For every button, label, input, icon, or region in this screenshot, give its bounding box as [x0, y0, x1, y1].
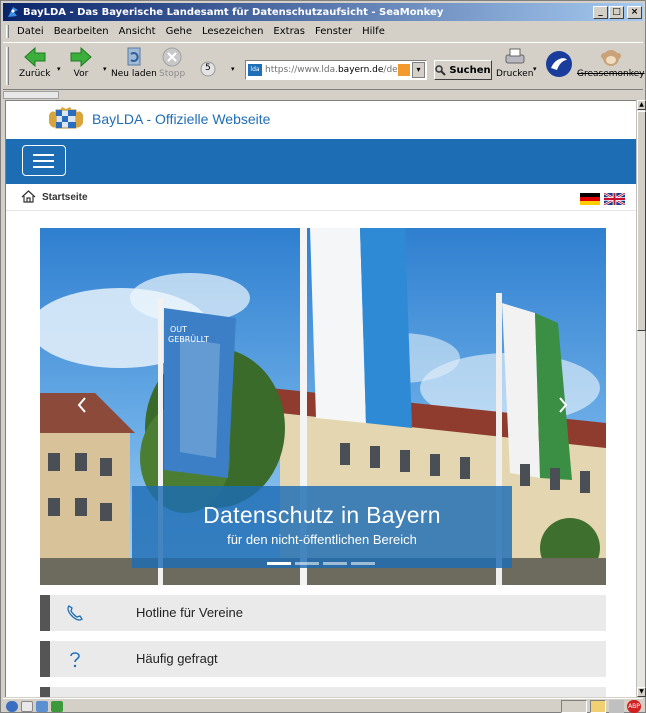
- addressbook-icon[interactable]: [51, 700, 63, 712]
- history-dropdown-arrow[interactable]: ▾: [231, 65, 235, 73]
- page-viewport: BayLDA - Offizielle Webseite Startseite: [5, 100, 636, 697]
- menu-datei[interactable]: Datei: [17, 26, 44, 37]
- scroll-thumb[interactable]: [637, 111, 646, 331]
- navigation-toolbar: Zurück ▾ Vor ▾ Neu laden Stopp 5 ▾ lda h…: [3, 42, 645, 90]
- hamburger-line: [33, 166, 54, 168]
- quicklink-faq[interactable]: Häufig gefragt: [40, 641, 606, 677]
- hero-heading: Datenschutz in Bayern: [203, 502, 441, 528]
- menu-lesezeichen[interactable]: Lesezeichen: [202, 26, 263, 37]
- online-status-icon[interactable]: [6, 700, 18, 712]
- mail-icon[interactable]: [21, 700, 33, 712]
- url-text[interactable]: https://www.lda.bayern.de/de: [265, 65, 398, 75]
- reload-button[interactable]: Neu laden: [111, 46, 157, 79]
- menu-ansicht[interactable]: Ansicht: [119, 26, 156, 37]
- status-bar: ABP: [3, 698, 643, 713]
- site-favicon-icon: lda: [248, 64, 262, 76]
- toolbar-grip[interactable]: [6, 47, 9, 85]
- forward-dropdown-arrow[interactable]: ▾: [103, 65, 107, 73]
- hamburger-menu-button[interactable]: [22, 145, 66, 176]
- site-title[interactable]: BayLDA - Offizielle Webseite: [92, 111, 270, 127]
- stop-label: Stopp: [159, 69, 186, 79]
- print-label: Drucken: [496, 69, 534, 79]
- menu-extras[interactable]: Extras: [273, 26, 305, 37]
- monkey-icon: [600, 50, 621, 66]
- carousel-indicator-3[interactable]: [323, 562, 347, 565]
- print-dropdown-arrow[interactable]: ▾: [533, 65, 537, 73]
- carousel-indicator-4[interactable]: [351, 562, 375, 565]
- reload-icon: [127, 47, 141, 66]
- forward-arrow-icon: [70, 46, 92, 68]
- menu-fenster[interactable]: Fenster: [315, 26, 352, 37]
- title-bar: BayLDA - Das Bayerische Landesamt für Da…: [3, 3, 643, 21]
- breadcrumb-home[interactable]: Startseite: [42, 192, 88, 203]
- forward-label: Vor: [73, 69, 89, 79]
- stop-button[interactable]: Stopp: [159, 46, 185, 79]
- hero-caption: Datenschutz in Bayern für den nicht-öffe…: [132, 486, 512, 568]
- tab-strip[interactable]: [3, 91, 59, 99]
- seamonkey-logo-icon: [546, 51, 572, 77]
- close-button[interactable]: ×: [627, 5, 642, 19]
- minimize-button[interactable]: _: [593, 5, 608, 19]
- seamonkey-throbber[interactable]: [545, 50, 573, 81]
- back-dropdown-arrow[interactable]: ▾: [57, 65, 61, 73]
- back-label: Zurück: [19, 69, 51, 79]
- statusbar-gap: [609, 700, 624, 713]
- search-button[interactable]: Suchen: [434, 60, 492, 80]
- back-arrow-icon: [23, 46, 46, 68]
- hamburger-line: [33, 154, 54, 156]
- breadcrumb: Startseite: [6, 184, 636, 211]
- quicklink-hotline[interactable]: Hotline für Vereine: [40, 595, 606, 631]
- scroll-down-button[interactable]: ▼: [637, 687, 646, 697]
- flag-text-line2: GEBRÜLLT: [168, 334, 209, 344]
- quicklink-partial[interactable]: [40, 687, 606, 697]
- vertical-scrollbar[interactable]: ▲ ▼: [636, 100, 646, 697]
- magnifier-icon: [435, 64, 447, 76]
- german-flag-icon[interactable]: [580, 193, 600, 205]
- flag-text-line1: OUT: [170, 325, 187, 334]
- history-count: 5: [205, 63, 211, 73]
- browser-window: BayLDA - Das Bayerische Landesamt für Da…: [0, 0, 646, 713]
- url-dropdown-button[interactable]: ▾: [412, 62, 425, 78]
- greasemonkey-button[interactable]: Greasemonkey: [577, 46, 645, 79]
- history-count-button[interactable]: 5: [200, 61, 216, 80]
- menu-bearbeiten[interactable]: Bearbeiten: [54, 26, 109, 37]
- hamburger-line: [33, 160, 54, 162]
- uk-flag-icon[interactable]: [604, 193, 625, 205]
- greasemonkey-label: Greasemonkey: [577, 69, 645, 79]
- reload-label: Neu laden: [111, 69, 157, 79]
- print-button[interactable]: Drucken: [496, 46, 533, 79]
- window-title: BayLDA - Das Bayerische Landesamt für Da…: [23, 6, 444, 18]
- carousel-indicator-2[interactable]: [295, 562, 319, 565]
- question-icon: [70, 652, 80, 668]
- carousel-indicator-1[interactable]: [267, 562, 291, 565]
- forward-button[interactable]: Vor: [69, 46, 93, 79]
- seamonkey-icon: [8, 7, 18, 17]
- menu-gehe[interactable]: Gehe: [166, 26, 192, 37]
- menu-bar: Datei Bearbeiten Ansicht Gehe Lesezeiche…: [3, 22, 643, 41]
- feed-icon[interactable]: [398, 64, 410, 76]
- scroll-up-button[interactable]: ▲: [637, 100, 646, 110]
- security-lock-icon[interactable]: [590, 700, 606, 713]
- home-icon[interactable]: [21, 190, 36, 203]
- navigation-bar: [6, 139, 636, 184]
- printer-icon: [505, 48, 525, 64]
- composer-icon[interactable]: [36, 700, 48, 712]
- url-bar[interactable]: lda https://www.lda.bayern.de/de ▾: [245, 60, 427, 80]
- back-button[interactable]: Zurück: [19, 46, 50, 79]
- phone-icon: [67, 605, 83, 621]
- hero-subheading: für den nicht-öffentlichen Bereich: [227, 532, 417, 547]
- adblock-icon[interactable]: ABP: [627, 700, 641, 713]
- maximize-button[interactable]: □: [609, 5, 624, 19]
- menubar-grip[interactable]: [6, 25, 9, 38]
- menu-hilfe[interactable]: Hilfe: [362, 26, 385, 37]
- site-header: BayLDA - Offizielle Webseite: [6, 101, 636, 139]
- quicklink-label: Häufig gefragt: [136, 651, 218, 666]
- quicklink-label: Hotline für Vereine: [136, 605, 243, 620]
- connection-indicator-icon[interactable]: [561, 700, 587, 713]
- hero-carousel[interactable]: OUT GEBRÜLLT Datenschutz in Bayern für d…: [40, 228, 606, 585]
- carousel-indicators: [267, 562, 375, 565]
- search-label: Suchen: [449, 64, 491, 76]
- stop-icon: [162, 47, 182, 67]
- bavaria-coat-of-arms-icon[interactable]: [48, 107, 84, 131]
